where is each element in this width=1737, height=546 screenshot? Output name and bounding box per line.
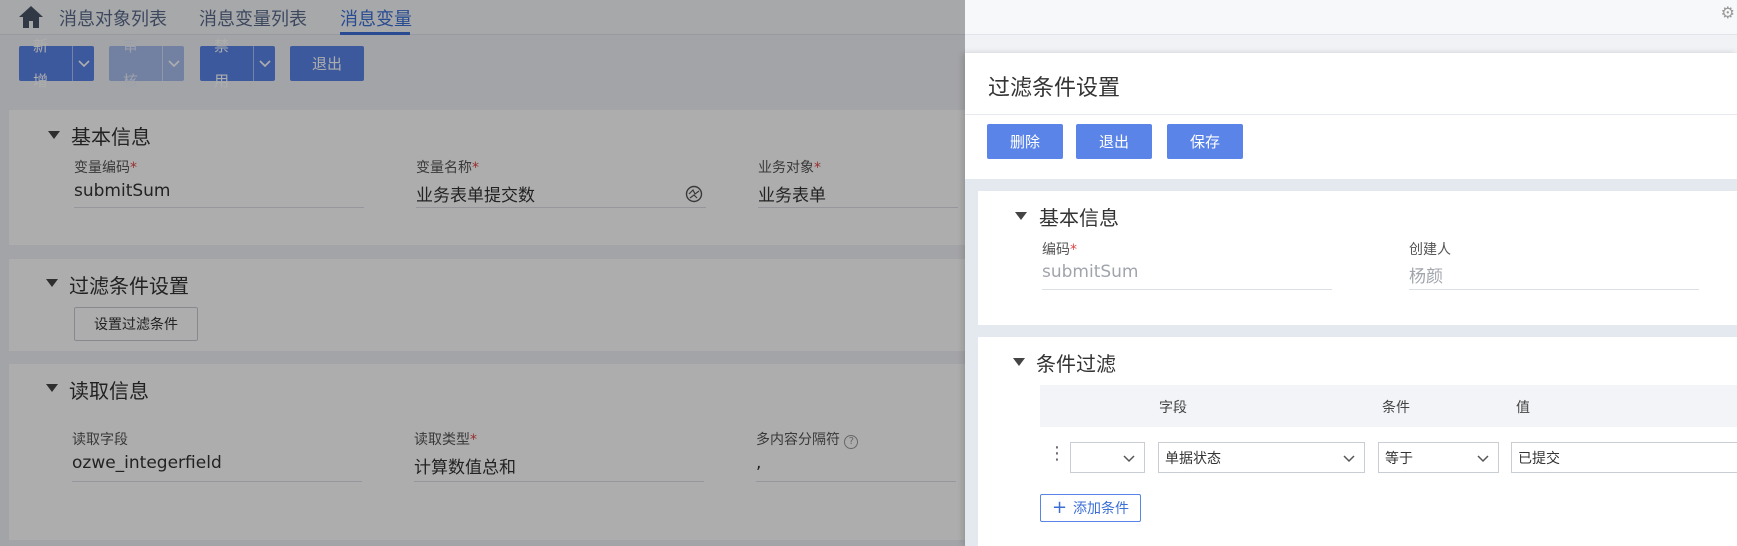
condition-filter-title: 条件过滤	[1036, 352, 1116, 376]
column-header-field: 字段	[1159, 400, 1187, 416]
save-button[interactable]: 保存	[1167, 124, 1243, 159]
operator-select[interactable]: 等于	[1378, 442, 1499, 473]
drawer-basic-info-card: 基本信息 编码* submitSum 创建人 杨颜	[978, 191, 1737, 325]
field-select-value: 单据状态	[1165, 450, 1221, 467]
add-condition-button[interactable]: + 添加条件	[1040, 494, 1141, 522]
add-condition-label: 添加条件	[1073, 501, 1130, 517]
bracket-select[interactable]	[1070, 442, 1145, 473]
value-input-text: 已提交	[1518, 450, 1560, 467]
condition-table-header: 字段 条件 值	[1040, 385, 1737, 427]
modal-overlay[interactable]	[0, 0, 965, 546]
field-select[interactable]: 单据状态	[1158, 442, 1365, 473]
delete-button[interactable]: 删除	[987, 124, 1063, 159]
chevron-down-icon	[1343, 455, 1355, 463]
divider	[1409, 289, 1699, 290]
drawer-basic-info-title: 基本信息	[1039, 206, 1119, 230]
creator-value: 杨颜	[1409, 267, 1443, 287]
operator-select-value: 等于	[1385, 450, 1413, 467]
drawer-exit-button[interactable]: 退出	[1076, 124, 1152, 159]
settings-icon[interactable]: ⚙	[1721, 3, 1735, 22]
chevron-down-icon	[1123, 455, 1135, 463]
code-value: submitSum	[1042, 262, 1139, 282]
divider	[1042, 289, 1332, 290]
filter-settings-drawer: 过滤条件设置 删除 退出 保存 基本信息 编码* submitSum 创建人 杨…	[965, 53, 1737, 546]
code-label: 编码*	[1042, 242, 1077, 258]
collapse-triangle-icon[interactable]	[1013, 358, 1025, 366]
drawer-title: 过滤条件设置	[988, 76, 1121, 101]
plus-icon: +	[1051, 497, 1068, 518]
drawer-header: 过滤条件设置	[965, 53, 1737, 115]
column-header-condition: 条件	[1382, 400, 1410, 416]
collapse-triangle-icon[interactable]	[1015, 212, 1027, 220]
chevron-down-icon	[1477, 455, 1489, 463]
value-input[interactable]: 已提交	[1511, 442, 1737, 473]
column-header-value: 值	[1516, 400, 1530, 416]
condition-row: ⋮⋮ 单据状态 等于 已提交	[1040, 429, 1737, 487]
creator-label: 创建人	[1409, 242, 1451, 258]
condition-filter-card: 条件过滤 字段 条件 值 ⋮⋮ 单据状态 等于 已提交 + 添加条件	[978, 337, 1737, 546]
drawer-toolbar: 删除 退出 保存	[965, 115, 1737, 179]
